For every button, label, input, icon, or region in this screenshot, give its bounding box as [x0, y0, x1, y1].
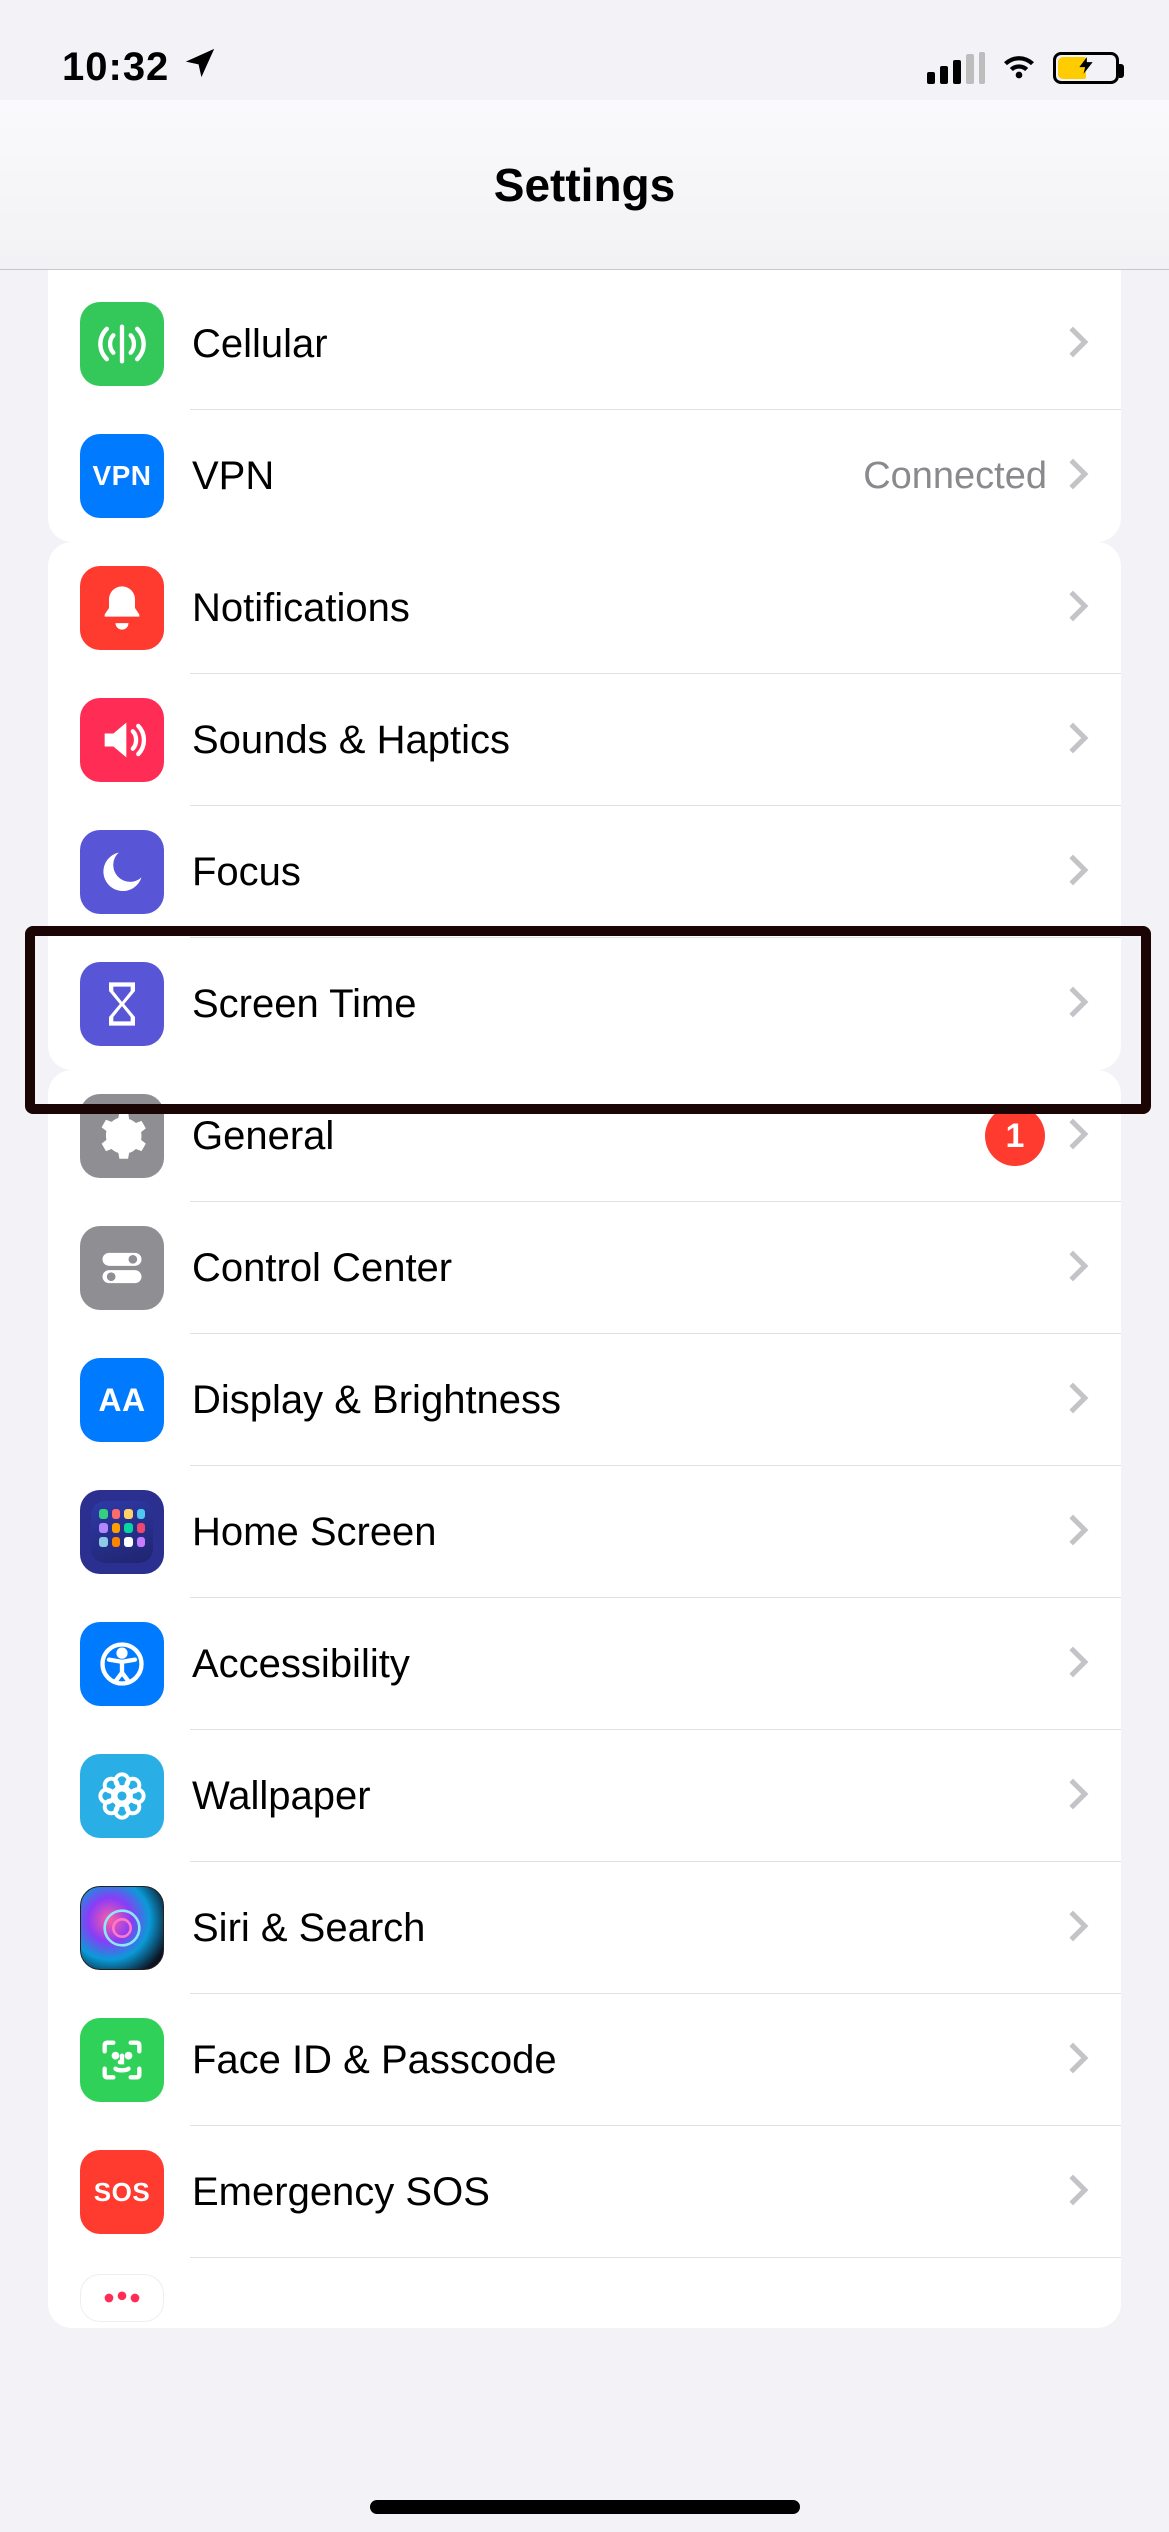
chevron-right-icon	[1067, 589, 1089, 628]
row-sounds-haptics[interactable]: Sounds & Haptics	[48, 674, 1121, 806]
gear-icon	[80, 1094, 164, 1178]
row-label: Accessibility	[192, 1642, 1059, 1687]
settings-group-general: General 1 Control Center AA Display & Br…	[48, 1070, 1121, 2328]
chevron-right-icon	[1067, 1381, 1089, 1420]
row-label: VPN	[192, 454, 863, 499]
row-label: Sounds & Haptics	[192, 718, 1059, 763]
moon-icon	[80, 830, 164, 914]
row-display-brightness[interactable]: AA Display & Brightness	[48, 1334, 1121, 1466]
flower-icon	[80, 1754, 164, 1838]
row-cellular[interactable]: Cellular	[48, 278, 1121, 410]
hourglass-icon	[80, 962, 164, 1046]
vpn-icon: VPN	[80, 434, 164, 518]
status-left: 10:32	[62, 45, 217, 90]
home-indicator[interactable]	[370, 2500, 800, 2514]
bell-icon	[80, 566, 164, 650]
speaker-icon	[80, 698, 164, 782]
row-emergency-sos[interactable]: SOS Emergency SOS	[48, 2126, 1121, 2258]
row-label: Home Screen	[192, 1510, 1059, 1555]
home-screen-icon	[80, 1490, 164, 1574]
partial-icon	[80, 2274, 164, 2322]
row-label: Control Center	[192, 1246, 1059, 1291]
sos-icon: SOS	[80, 2150, 164, 2234]
row-next-partial[interactable]	[48, 2258, 1121, 2328]
settings-group-attention: Notifications Sounds & Haptics Focus Scr…	[48, 542, 1121, 1070]
row-accessibility[interactable]: Accessibility	[48, 1598, 1121, 1730]
text-size-icon: AA	[80, 1358, 164, 1442]
chevron-right-icon	[1067, 985, 1089, 1024]
siri-icon	[80, 1886, 164, 1970]
chevron-right-icon	[1067, 1249, 1089, 1288]
chevron-right-icon	[1067, 721, 1089, 760]
row-label: Cellular	[192, 322, 1059, 367]
settings-list[interactable]: Cellular VPN VPN Connected Notifications	[0, 270, 1169, 2328]
row-notifications[interactable]: Notifications	[48, 542, 1121, 674]
face-id-icon	[80, 2018, 164, 2102]
nav-header: Settings	[0, 100, 1169, 270]
row-focus[interactable]: Focus	[48, 806, 1121, 938]
row-label: Focus	[192, 850, 1059, 895]
chevron-right-icon	[1067, 457, 1089, 496]
location-icon	[183, 45, 217, 90]
row-label: General	[192, 1114, 985, 1159]
row-label: Face ID & Passcode	[192, 2038, 1059, 2083]
chevron-right-icon	[1067, 1117, 1089, 1156]
row-value: Connected	[863, 455, 1047, 498]
notification-badge: 1	[985, 1106, 1045, 1166]
chevron-right-icon	[1067, 2041, 1089, 2080]
row-label: Wallpaper	[192, 1774, 1059, 1819]
status-time: 10:32	[62, 45, 169, 90]
row-vpn[interactable]: VPN VPN Connected	[48, 410, 1121, 542]
wifi-icon	[999, 45, 1039, 90]
chevron-right-icon	[1067, 1645, 1089, 1684]
status-bar: 10:32	[0, 0, 1169, 100]
row-label: Emergency SOS	[192, 2170, 1059, 2215]
battery-charging-icon	[1053, 52, 1119, 84]
status-right	[927, 45, 1119, 90]
row-label: Screen Time	[192, 982, 1059, 1027]
chevron-right-icon	[1067, 1777, 1089, 1816]
toggles-icon	[80, 1226, 164, 1310]
row-face-id-passcode[interactable]: Face ID & Passcode	[48, 1994, 1121, 2126]
row-general[interactable]: General 1	[48, 1070, 1121, 1202]
chevron-right-icon	[1067, 853, 1089, 892]
chevron-right-icon	[1067, 1909, 1089, 1948]
chevron-right-icon	[1067, 2173, 1089, 2212]
row-control-center[interactable]: Control Center	[48, 1202, 1121, 1334]
chevron-right-icon	[1067, 1513, 1089, 1552]
cellular-icon	[80, 302, 164, 386]
settings-group-connectivity: Cellular VPN VPN Connected	[48, 270, 1121, 542]
row-wallpaper[interactable]: Wallpaper	[48, 1730, 1121, 1862]
accessibility-icon	[80, 1622, 164, 1706]
row-siri-search[interactable]: Siri & Search	[48, 1862, 1121, 1994]
row-screen-time[interactable]: Screen Time	[48, 938, 1121, 1070]
cellular-signal-icon	[927, 52, 985, 84]
row-label: Notifications	[192, 586, 1059, 631]
row-label: Display & Brightness	[192, 1378, 1059, 1423]
row-home-screen[interactable]: Home Screen	[48, 1466, 1121, 1598]
page-title: Settings	[494, 158, 675, 212]
row-label: Siri & Search	[192, 1906, 1059, 1951]
chevron-right-icon	[1067, 325, 1089, 364]
